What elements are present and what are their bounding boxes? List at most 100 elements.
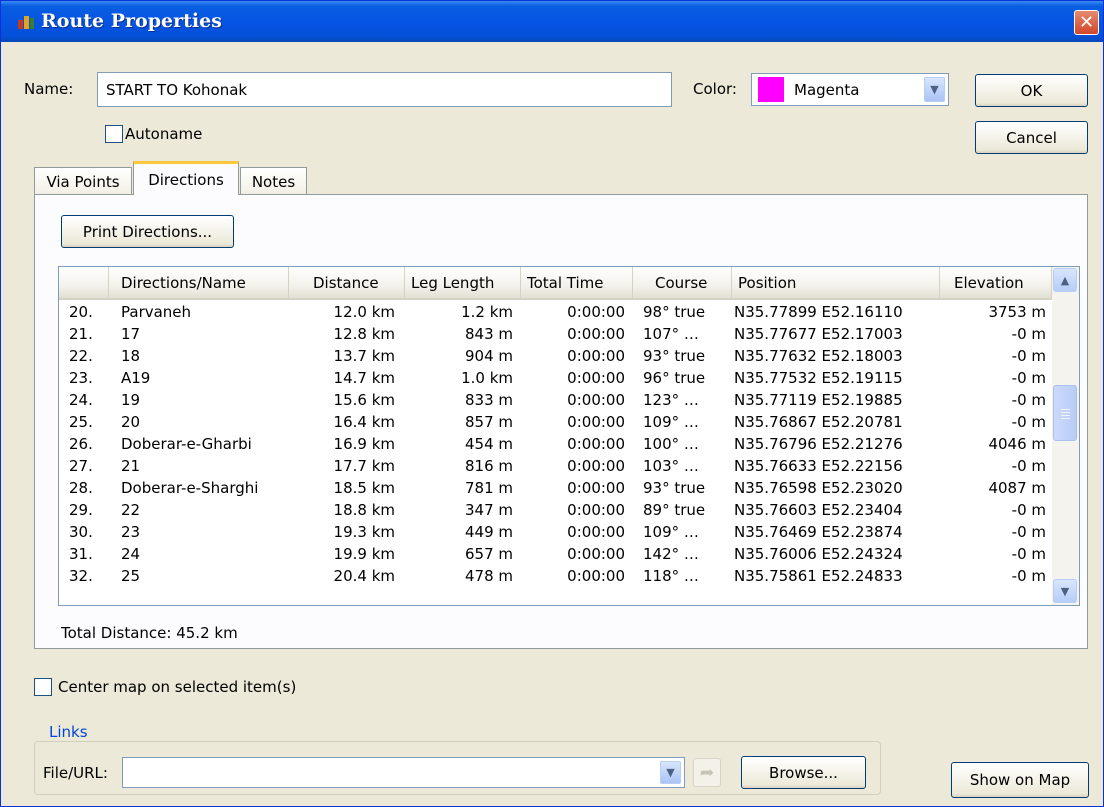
cell-total-time: 0:00:00 xyxy=(567,523,625,541)
show-on-map-button[interactable]: Show on Map xyxy=(951,762,1089,798)
browse-button[interactable]: Browse... xyxy=(741,756,866,789)
table-row[interactable]: 24. 19 15.6 km 833 m 0:00:00 123° … N35.77119 … xyxy=(59,389,1052,411)
center-map-label: Center map on selected item(s) xyxy=(58,678,297,696)
cell-course: 93° true xyxy=(643,347,706,365)
cell-elevation: -0 m xyxy=(1011,369,1046,387)
cell-distance: 15.6 km xyxy=(333,391,395,409)
cell-elevation: 4087 m xyxy=(988,479,1046,497)
table-row[interactable]: 23. A19 14.7 km 1.0 km 0:00:00 96° true N35.77… xyxy=(59,367,1052,389)
table-row[interactable]: 30. 23 19.3 km 449 m 0:00:00 109° … N35.76469 … xyxy=(59,521,1052,543)
table-row[interactable]: 27. 21 17.7 km 816 m 0:00:00 103° … N35.76633 … xyxy=(59,455,1052,477)
cell-position: N35.76469 E52.23874 xyxy=(734,523,903,541)
cell-index: 21. xyxy=(69,325,93,343)
cell-distance: 12.0 km xyxy=(333,303,395,321)
column-header-position[interactable]: Position xyxy=(732,267,940,298)
autoname-checkbox[interactable] xyxy=(105,125,123,143)
total-distance: Total Distance: 45.2 km xyxy=(61,624,238,642)
cancel-button[interactable]: Cancel xyxy=(975,121,1088,154)
table-row[interactable]: 29. 22 18.8 km 347 m 0:00:00 89° true N35.7660… xyxy=(59,499,1052,521)
print-directions-button[interactable]: Print Directions... xyxy=(61,215,234,248)
table-row[interactable]: 28. Doberar-e-Sharghi 18.5 km 781 m 0:00:00 9… xyxy=(59,477,1052,499)
cell-index: 26. xyxy=(69,435,93,453)
cell-course: 98° true xyxy=(643,303,706,321)
cell-leg-length: 347 m xyxy=(464,501,513,519)
color-value: Magenta xyxy=(794,80,860,99)
scroll-down-icon[interactable]: ▼ xyxy=(1053,579,1077,603)
cell-total-time: 0:00:00 xyxy=(567,479,625,497)
title-bar[interactable]: Route Properties ✕ xyxy=(1,1,1103,42)
cell-distance: 14.7 km xyxy=(333,369,395,387)
cell-position: N35.77119 E52.19885 xyxy=(734,391,903,409)
column-header-index[interactable] xyxy=(59,267,109,298)
table-row[interactable]: 22. 18 13.7 km 904 m 0:00:00 93° true N35.7763… xyxy=(59,345,1052,367)
cell-distance: 19.3 km xyxy=(333,523,395,541)
cell-distance: 19.9 km xyxy=(333,545,395,563)
column-header-elevation[interactable]: Elevation xyxy=(940,267,1052,298)
links-group-title: Links xyxy=(45,723,92,741)
table-row[interactable]: 21. 17 12.8 km 843 m 0:00:00 107° … N35.77677 … xyxy=(59,323,1052,345)
cell-leg-length: 657 m xyxy=(464,545,513,563)
cell-leg-length: 478 m xyxy=(464,567,513,585)
cell-position: N35.75861 E52.24833 xyxy=(734,567,903,585)
color-label: Color: xyxy=(693,80,737,98)
route-properties-dialog: Route Properties ✕ Name: START TO Kohona… xyxy=(0,0,1104,807)
cell-distance: 16.4 km xyxy=(333,413,395,431)
name-value: START TO Kohonak xyxy=(106,80,248,99)
vertical-scrollbar[interactable]: ▲ ▼ xyxy=(1052,267,1079,605)
cell-distance: 20.4 km xyxy=(333,567,395,585)
center-map-checkbox[interactable] xyxy=(34,678,52,696)
cell-index: 27. xyxy=(69,457,93,475)
table-header: Directions/Name Distance Leg Length Tota… xyxy=(59,267,1052,300)
cell-elevation: -0 m xyxy=(1011,567,1046,585)
cell-distance: 13.7 km xyxy=(333,347,395,365)
ok-button[interactable]: OK xyxy=(975,74,1088,107)
cell-position: N35.76867 E52.20781 xyxy=(734,413,903,431)
cell-elevation: -0 m xyxy=(1011,523,1046,541)
cell-total-time: 0:00:00 xyxy=(567,303,625,321)
column-header-course[interactable]: Course xyxy=(633,267,732,298)
cell-name: 22 xyxy=(121,501,141,519)
table-row[interactable]: 31. 24 19.9 km 657 m 0:00:00 142° … N35.76006 … xyxy=(59,543,1052,565)
table-row[interactable]: 25. 20 16.4 km 857 m 0:00:00 109° … N35.76867 … xyxy=(59,411,1052,433)
tab-directions[interactable]: Directions xyxy=(133,161,239,195)
cell-leg-length: 1.2 km xyxy=(461,303,513,321)
cell-distance: 16.9 km xyxy=(333,435,395,453)
column-header-name[interactable]: Directions/Name xyxy=(109,267,289,298)
cell-leg-length: 449 m xyxy=(464,523,513,541)
cell-course: 103° … xyxy=(643,457,699,475)
tab-notes[interactable]: Notes xyxy=(240,167,307,195)
cell-position: N35.76603 E52.23404 xyxy=(734,501,903,519)
chevron-down-icon[interactable]: ▼ xyxy=(660,761,681,784)
column-header-distance[interactable]: Distance xyxy=(289,267,405,298)
cell-index: 20. xyxy=(69,303,93,321)
cell-distance: 12.8 km xyxy=(333,325,395,343)
directions-table[interactable]: Directions/Name Distance Leg Length Tota… xyxy=(58,266,1080,606)
table-row[interactable]: 26. Doberar-e-Gharbi 16.9 km 454 m 0:00:00 10… xyxy=(59,433,1052,455)
tab-via-points[interactable]: Via Points xyxy=(34,167,132,195)
route-flag-icon xyxy=(18,16,34,29)
cell-position: N35.76598 E52.23020 xyxy=(734,479,903,497)
cell-course: 89° true xyxy=(643,501,706,519)
column-header-total-time[interactable]: Total Time xyxy=(521,267,633,298)
cell-total-time: 0:00:00 xyxy=(567,369,625,387)
scroll-thumb[interactable] xyxy=(1053,385,1077,441)
name-field[interactable]: START TO Kohonak xyxy=(97,72,672,107)
chevron-down-icon[interactable]: ▼ xyxy=(924,77,945,102)
table-row[interactable]: 32. 25 20.4 km 478 m 0:00:00 118° … N35.75861 … xyxy=(59,565,1052,587)
cell-elevation: -0 m xyxy=(1011,325,1046,343)
cell-total-time: 0:00:00 xyxy=(567,347,625,365)
column-header-leg-length[interactable]: Leg Length xyxy=(405,267,521,298)
scroll-up-icon[interactable]: ▲ xyxy=(1053,268,1077,292)
table-row[interactable]: 20. Parvaneh 12.0 km 1.2 km 0:00:00 98° true N… xyxy=(59,301,1052,323)
cell-total-time: 0:00:00 xyxy=(567,545,625,563)
cell-course: 96° true xyxy=(643,369,706,387)
close-icon[interactable]: ✕ xyxy=(1074,10,1099,35)
file-url-label: File/URL: xyxy=(43,764,108,782)
arrow-go-icon[interactable]: ➦ xyxy=(693,758,721,787)
cell-elevation: -0 m xyxy=(1011,347,1046,365)
file-url-input[interactable]: ▼ xyxy=(122,757,685,788)
color-select[interactable]: Magenta ▼ xyxy=(751,73,949,106)
cell-total-time: 0:00:00 xyxy=(567,501,625,519)
cell-name: 19 xyxy=(121,391,141,409)
cell-elevation: -0 m xyxy=(1011,391,1046,409)
